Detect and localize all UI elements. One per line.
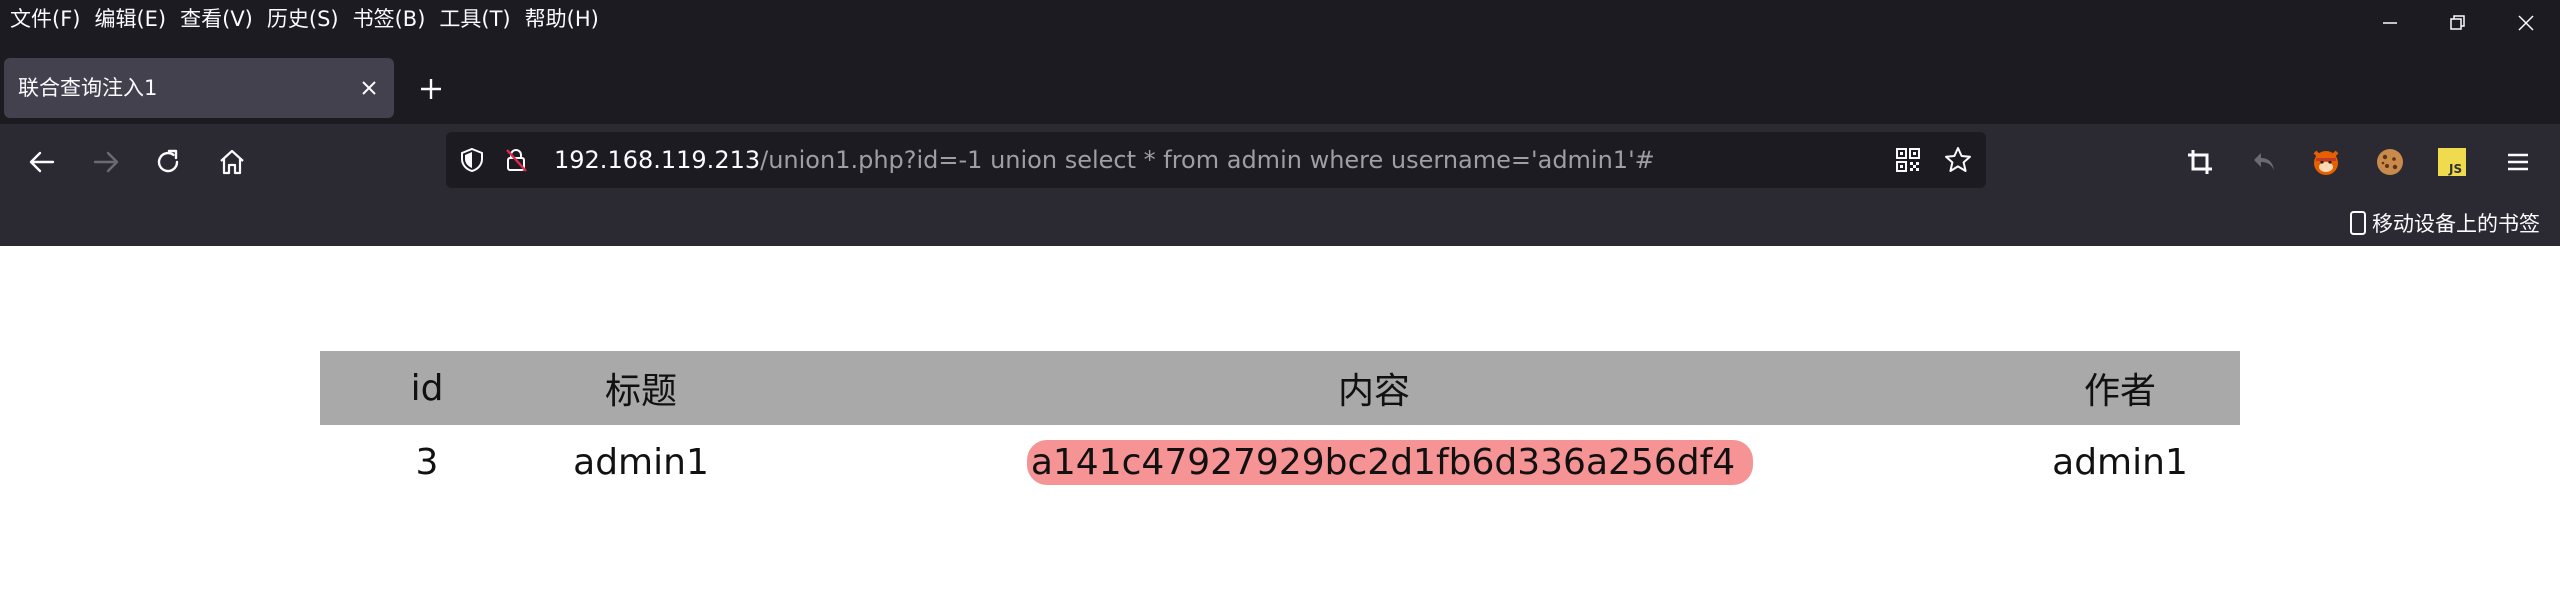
minimize-button[interactable] bbox=[2356, 0, 2424, 46]
window-controls bbox=[2356, 0, 2560, 46]
svg-text:JS: JS bbox=[2448, 162, 2462, 176]
menu-view[interactable]: 查看(V) bbox=[180, 3, 253, 33]
crop-icon bbox=[2188, 150, 2212, 174]
forward-button[interactable] bbox=[86, 142, 126, 182]
header-content: 内容 bbox=[748, 351, 2000, 425]
menu-bar: 文件(F) 编辑(E) 查看(V) 历史(S) 书签(B) 工具(T) 帮助(H… bbox=[0, 0, 2560, 36]
header-id: id bbox=[320, 351, 534, 425]
hamburger-menu-icon bbox=[2508, 153, 2528, 171]
mobile-bookmarks-label: 移动设备上的书签 bbox=[2372, 212, 2540, 236]
menu-tools[interactable]: 工具(T) bbox=[439, 3, 510, 33]
minimize-icon bbox=[2383, 22, 2397, 24]
tab-close-icon[interactable] bbox=[358, 77, 380, 99]
results-table: id 标题 内容 作者 3 admin1 a141c47927929bc2d1f… bbox=[320, 351, 2240, 499]
browser-chrome: 文件(F) 编辑(E) 查看(V) 历史(S) 书签(B) 工具(T) 帮助(H… bbox=[0, 0, 2560, 246]
qr-code-button[interactable] bbox=[1894, 146, 1922, 174]
home-button[interactable] bbox=[212, 142, 252, 182]
restore-button[interactable] bbox=[2424, 0, 2492, 46]
insecure-lock-icon bbox=[506, 149, 527, 172]
close-window-button[interactable] bbox=[2492, 0, 2560, 46]
home-icon bbox=[220, 149, 244, 175]
site-security-button[interactable] bbox=[502, 146, 530, 174]
new-tab-button[interactable] bbox=[414, 72, 448, 106]
undo-button[interactable] bbox=[2244, 142, 2284, 182]
app-menu-button[interactable] bbox=[2498, 142, 2538, 182]
bookmarks-bar: 移动设备上的书签 bbox=[0, 200, 2560, 246]
bookmark-star-button[interactable] bbox=[1944, 146, 1972, 174]
back-button[interactable] bbox=[22, 142, 62, 182]
undo-icon bbox=[2254, 153, 2274, 170]
page-content: id 标题 内容 作者 3 admin1 a141c47927929bc2d1f… bbox=[0, 246, 2560, 611]
bookmark-star-icon bbox=[1945, 147, 1971, 172]
url-path: /union1.php?id=-1 union select * from ad… bbox=[760, 146, 1655, 174]
back-icon bbox=[29, 151, 55, 173]
cell-id: 3 bbox=[415, 441, 439, 483]
tab-title: 联合查询注入1 bbox=[18, 76, 158, 100]
restore-icon bbox=[2450, 15, 2465, 30]
fox-extension-icon bbox=[2313, 150, 2339, 175]
cell-content: a141c47927929bc2d1fb6d336a256df4 bbox=[748, 425, 2000, 499]
url-text[interactable]: 192.168.119.213/union1.php?id=-1 union s… bbox=[554, 132, 1655, 188]
menu-bookmarks[interactable]: 书签(B) bbox=[353, 3, 426, 33]
url-bar[interactable]: 192.168.119.213/union1.php?id=-1 union s… bbox=[446, 132, 1986, 188]
table-header-row: id 标题 内容 作者 bbox=[320, 351, 2240, 425]
screenshot-crop-button[interactable] bbox=[2180, 142, 2220, 182]
header-author: 作者 bbox=[2000, 351, 2240, 425]
cookie-extension-button[interactable] bbox=[2370, 142, 2410, 182]
js-extension-icon: JS bbox=[2438, 148, 2466, 176]
cell-author: admin1 bbox=[2052, 441, 2188, 483]
menu-history[interactable]: 历史(S) bbox=[267, 3, 339, 33]
fox-extension-button[interactable] bbox=[2306, 142, 2346, 182]
cookie-extension-icon bbox=[2377, 149, 2403, 175]
tab-strip: 联合查询注入1 bbox=[0, 46, 2560, 124]
mobile-device-icon bbox=[2350, 211, 2366, 235]
js-extension-button[interactable]: JS bbox=[2432, 142, 2472, 182]
header-title: 标题 bbox=[534, 351, 748, 425]
reload-icon bbox=[157, 149, 179, 173]
forward-icon bbox=[93, 151, 119, 173]
close-icon bbox=[2518, 15, 2534, 31]
qr-code-icon bbox=[1896, 148, 1920, 172]
cell-title: admin1 bbox=[573, 441, 709, 483]
menu-file[interactable]: 文件(F) bbox=[10, 3, 80, 33]
reload-button[interactable] bbox=[148, 142, 188, 182]
mobile-bookmarks-item[interactable]: 移动设备上的书签 bbox=[2348, 200, 2540, 246]
tab-active[interactable]: 联合查询注入1 bbox=[4, 58, 394, 118]
plus-icon bbox=[421, 79, 441, 99]
table-row: 3 admin1 a141c47927929bc2d1fb6d336a256df… bbox=[320, 425, 2240, 499]
shield-icon bbox=[461, 147, 483, 173]
navigation-toolbar: 192.168.119.213/union1.php?id=-1 union s… bbox=[0, 124, 2560, 200]
highlighted-hash: a141c47927929bc2d1fb6d336a256df4 bbox=[1026, 439, 1754, 485]
menu-help[interactable]: 帮助(H) bbox=[525, 3, 599, 33]
tracking-protection-button[interactable] bbox=[458, 146, 486, 174]
url-host: 192.168.119.213 bbox=[554, 146, 761, 174]
menu-edit[interactable]: 编辑(E) bbox=[94, 3, 166, 33]
